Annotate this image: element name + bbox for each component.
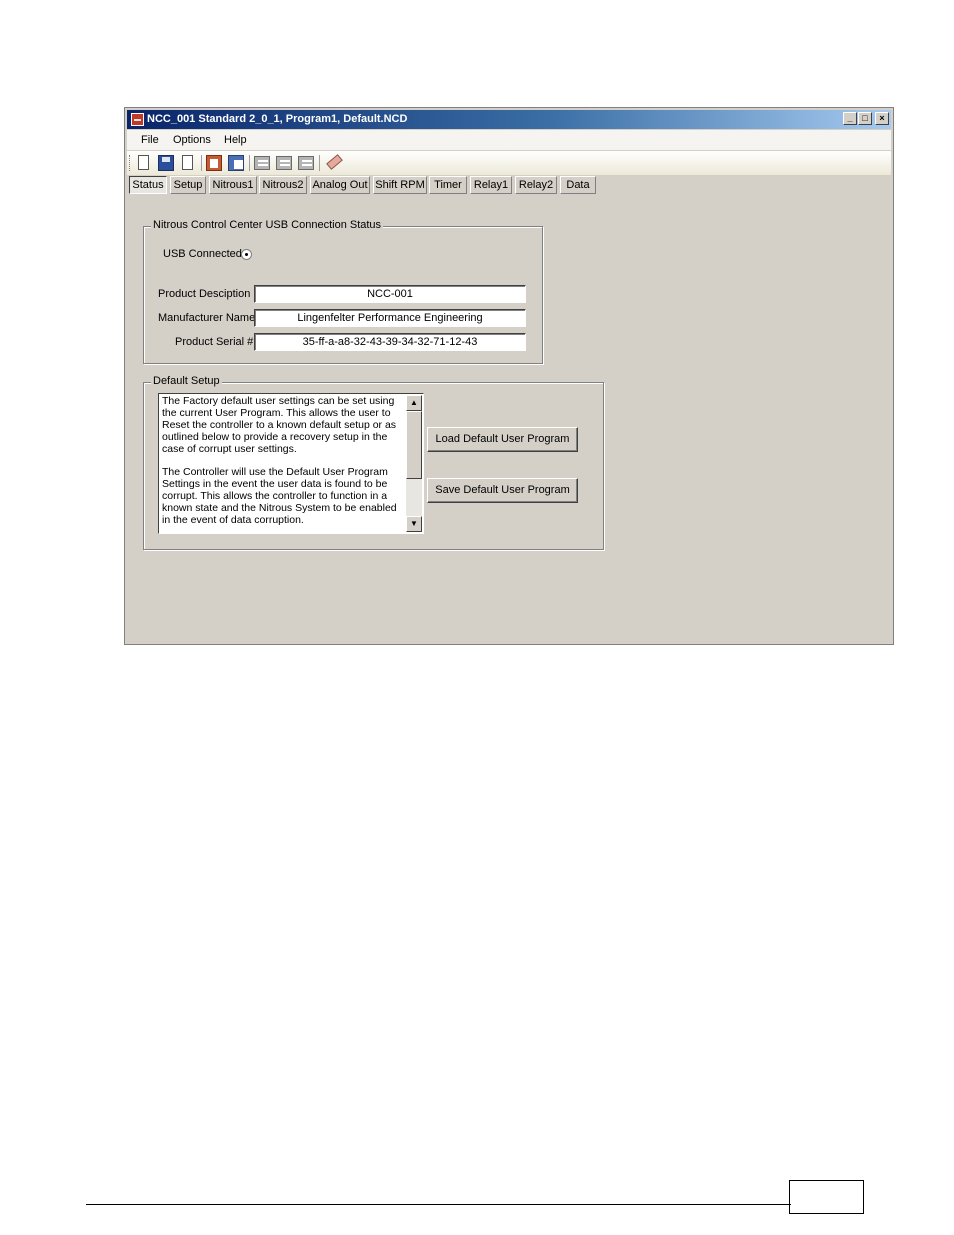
scroll-up-button[interactable]: ▲ bbox=[406, 395, 422, 411]
scroll-thumb[interactable] bbox=[406, 411, 422, 479]
tab-relay2[interactable]: Relay2 bbox=[515, 176, 557, 194]
save-default-user-program-button[interactable]: Save Default User Program bbox=[427, 478, 578, 503]
toolbar-separator bbox=[201, 155, 202, 171]
close-button[interactable]: × bbox=[875, 112, 889, 125]
new-icon[interactable] bbox=[135, 154, 153, 172]
tab-analog-out[interactable]: Analog Out bbox=[310, 176, 370, 194]
tab-relay1[interactable]: Relay1 bbox=[470, 176, 512, 194]
menu-help[interactable]: Help bbox=[224, 134, 247, 146]
tab-shift-rpm[interactable]: Shift RPM bbox=[373, 176, 427, 194]
manufacturer-name-field[interactable]: Lingenfelter Performance Engineering bbox=[254, 309, 526, 327]
default-setup-group-title: Default Setup bbox=[151, 375, 222, 387]
eraser-icon[interactable] bbox=[325, 154, 343, 172]
tab-nitrous2[interactable]: Nitrous2 bbox=[259, 176, 307, 194]
manufacturer-name-label: Manufacturer Name bbox=[158, 312, 256, 324]
usb-status-group-title: Nitrous Control Center USB Connection St… bbox=[151, 219, 384, 231]
menu-options[interactable]: Options bbox=[173, 134, 211, 146]
program-2-icon[interactable] bbox=[275, 154, 293, 172]
program-1-icon[interactable] bbox=[253, 154, 271, 172]
product-description-label: Product Desciption bbox=[158, 288, 251, 300]
usb-connected-label: USB Connected bbox=[163, 248, 242, 260]
program-3-icon[interactable] bbox=[297, 154, 315, 172]
maximize-button[interactable]: □ bbox=[858, 112, 872, 125]
default-setup-description-box[interactable]: The Factory default user settings can be… bbox=[158, 393, 424, 534]
title-bar[interactable]: NCC_001 Standard 2_0_1, Program1, Defaul… bbox=[127, 110, 891, 129]
read-icon[interactable] bbox=[205, 154, 223, 172]
menu-file[interactable]: File bbox=[141, 134, 159, 146]
tab-timer[interactable]: Timer bbox=[429, 176, 467, 194]
product-description-field[interactable]: NCC-001 bbox=[254, 285, 526, 303]
description-scrollbar[interactable]: ▲ ▼ bbox=[406, 395, 422, 532]
save-icon[interactable] bbox=[157, 154, 175, 172]
scroll-down-button[interactable]: ▼ bbox=[406, 516, 422, 532]
product-serial-field[interactable]: 35-ff-a-a8-32-43-39-34-32-71-12-43 bbox=[254, 333, 526, 351]
toolbar bbox=[127, 151, 891, 175]
page-number-box bbox=[789, 1180, 864, 1214]
product-serial-label: Product Serial # bbox=[175, 336, 254, 348]
default-setup-description: The Factory default user settings can be… bbox=[162, 395, 397, 527]
toolbar-separator bbox=[319, 155, 320, 171]
toolbar-grip[interactable] bbox=[129, 155, 133, 171]
window-title: NCC_001 Standard 2_0_1, Program1, Defaul… bbox=[147, 113, 408, 125]
app-icon[interactable] bbox=[131, 113, 144, 126]
usb-status-group: Nitrous Control Center USB Connection St… bbox=[143, 219, 543, 364]
usb-connected-radio[interactable] bbox=[241, 249, 252, 260]
app-window: NCC_001 Standard 2_0_1, Program1, Defaul… bbox=[124, 107, 894, 645]
tab-setup[interactable]: Setup bbox=[170, 176, 206, 194]
load-default-user-program-button[interactable]: Load Default User Program bbox=[427, 427, 578, 452]
tab-status[interactable]: Status bbox=[129, 176, 167, 194]
default-setup-group: Default Setup The Factory default user s… bbox=[143, 375, 604, 550]
footer-rule bbox=[86, 1204, 791, 1205]
write-icon[interactable] bbox=[227, 154, 245, 172]
tab-nitrous1[interactable]: Nitrous1 bbox=[209, 176, 257, 194]
menu-bar: File Options Help bbox=[127, 130, 891, 150]
toolbar-separator bbox=[249, 155, 250, 171]
minimize-button[interactable]: _ bbox=[843, 112, 857, 125]
tab-data[interactable]: Data bbox=[560, 176, 596, 194]
open-icon[interactable] bbox=[179, 154, 197, 172]
